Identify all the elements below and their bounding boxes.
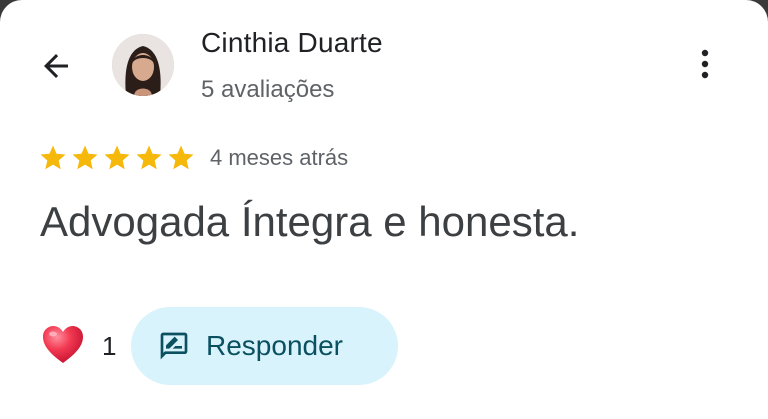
reviewer-name[interactable]: Cinthia Duarte (201, 27, 383, 59)
star-icon (168, 145, 194, 170)
like-button[interactable] (40, 322, 86, 368)
like-count: 1 (102, 331, 117, 361)
reviewer-review-count: 5 avaliações (201, 76, 335, 103)
reply-label: Responder (206, 330, 343, 361)
star-icon (136, 145, 162, 170)
more-options-button[interactable] (688, 44, 722, 84)
review-time: 4 meses atrás (210, 145, 349, 170)
more-vert-icon (701, 49, 709, 79)
star-icon (104, 145, 130, 170)
reply-button[interactable]: Responder (131, 307, 398, 385)
review-text: Advogada Íntegra e honesta. (40, 198, 580, 245)
review-card: Cinthia Duarte 5 avaliações 4 meses atrá… (0, 0, 768, 419)
star-icon (72, 145, 98, 170)
rate-review-icon (158, 330, 190, 362)
avatar-image (112, 34, 174, 96)
avatar[interactable] (112, 34, 174, 96)
heart-icon (43, 326, 83, 363)
star-icon (40, 145, 66, 170)
arrow-back-icon (44, 54, 68, 78)
back-button[interactable] (34, 44, 78, 88)
star-rating (38, 143, 196, 173)
